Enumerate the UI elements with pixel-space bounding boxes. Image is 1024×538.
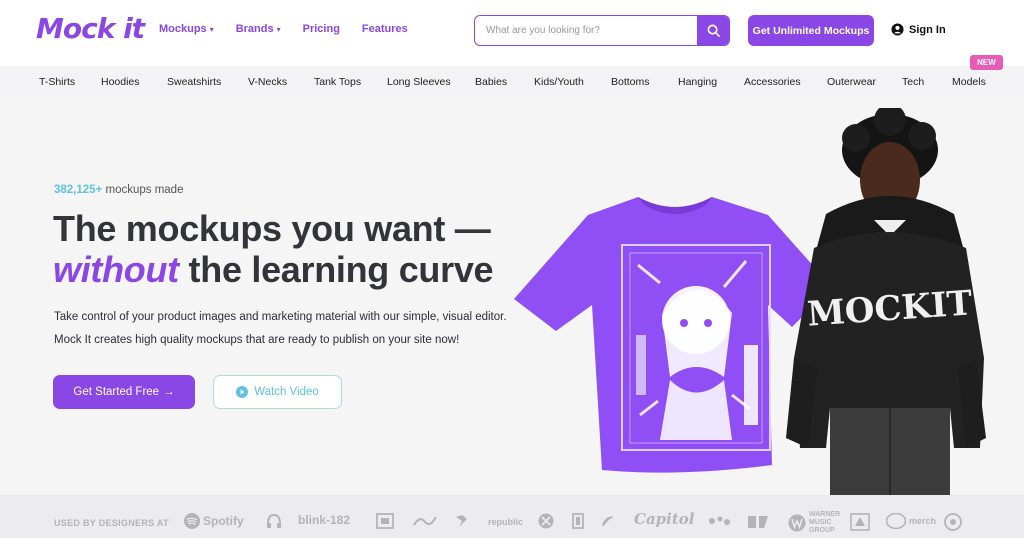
brand-capitol-label: Capitol: [634, 510, 695, 528]
brand-merch-label: merch: [909, 516, 937, 526]
nav-pricing-label: Pricing: [302, 23, 340, 35]
category-outerwear[interactable]: Outerwear: [827, 76, 876, 88]
user-icon: [891, 23, 904, 36]
nav-mockups-label: Mockups: [159, 23, 207, 35]
merch-icon: [886, 513, 906, 529]
category-bottoms[interactable]: Bottoms: [611, 76, 650, 88]
spotify-icon: [184, 513, 200, 529]
headline-accent: without: [53, 249, 179, 290]
category-t-shirts[interactable]: T-Shirts: [39, 76, 75, 88]
stars-logo-icon: [706, 513, 732, 529]
chevron-down-icon: ▾: [209, 24, 214, 34]
mockups-count-number: 382,125+: [54, 184, 103, 196]
category-bar: T-Shirts Hoodies Sweatshirts V-Necks Tan…: [0, 66, 1024, 98]
category-hanging[interactable]: Hanging: [678, 76, 717, 88]
category-accessories[interactable]: Accessories: [744, 76, 801, 88]
new-badge: NEW: [970, 55, 1003, 70]
swoosh-logo-icon: [600, 513, 616, 529]
brand-warner: WARNER MUSIC GROUP: [788, 511, 855, 535]
get-unlimited-button[interactable]: Get Unlimited Mockups: [748, 15, 874, 46]
def-jam-logo-icon: [746, 513, 770, 531]
category-models[interactable]: Models: [952, 76, 986, 88]
get-started-button[interactable]: Get Started Free →: [53, 375, 195, 409]
search-button[interactable]: [697, 16, 729, 45]
warner-icon: [788, 514, 806, 532]
get-started-label: Get Started Free: [73, 386, 160, 398]
headline-line-2: without the learning curve: [53, 249, 494, 290]
logos-bar: USED BY DESIGNERS AT Spotify blink-182 r…: [0, 495, 1024, 538]
sign-in-label: Sign In: [909, 23, 946, 36]
nav-features-label: Features: [361, 23, 408, 35]
column-logo-icon: [572, 513, 584, 529]
headphones-logo-icon: [266, 513, 282, 529]
search-icon: [707, 24, 720, 37]
watch-video-button[interactable]: Watch Video: [213, 375, 342, 409]
nav-features[interactable]: Features: [362, 23, 408, 35]
headline-rest: the learning curve: [178, 249, 494, 290]
brand-merch: merch: [886, 513, 936, 529]
xbox-icon: [538, 513, 554, 529]
logo[interactable]: Mock it: [36, 12, 145, 45]
brand-republic-label: republic: [488, 517, 524, 527]
nav-brands[interactable]: Brands ▾: [236, 23, 281, 35]
category-hoodies[interactable]: Hoodies: [101, 76, 140, 88]
watch-video-label: Watch Video: [254, 386, 319, 398]
brand-blink-182: blink-182: [298, 513, 350, 527]
brand-warner-label: WARNER MUSIC GROUP: [809, 511, 841, 534]
header: Mock it Mockups ▾ Brands ▾ Pricing Featu…: [0, 0, 1024, 64]
play-icon: [236, 386, 249, 398]
script-logo-icon: [412, 513, 438, 529]
category-v-necks[interactable]: V-Necks: [248, 76, 287, 88]
hero-description: Take control of your product images and …: [54, 311, 507, 346]
arrow-right-icon: →: [163, 386, 175, 398]
circle-logo-icon: [944, 513, 962, 531]
chevron-down-icon: ▾: [276, 24, 281, 34]
headline-line-1: The mockups you want —: [53, 208, 491, 249]
used-by-label: USED BY DESIGNERS AT: [54, 518, 169, 528]
brand-capitol: Capitol: [634, 510, 694, 528]
category-babies[interactable]: Babies: [475, 76, 507, 88]
search-box: [474, 15, 730, 46]
mockups-count-suffix: mockups made: [102, 184, 184, 196]
model-hoodie-image: MOCKIT: [786, 108, 986, 495]
main-nav: Mockups ▾ Brands ▾ Pricing Features: [159, 23, 430, 35]
category-tech[interactable]: Tech: [902, 76, 924, 88]
bird-logo-icon: [454, 513, 470, 529]
square-logo-icon: [376, 513, 394, 529]
category-long-sleeves[interactable]: Long Sleeves: [387, 76, 451, 88]
nav-pricing[interactable]: Pricing: [303, 23, 340, 35]
nav-mockups[interactable]: Mockups ▾: [159, 23, 214, 35]
category-kids-youth[interactable]: Kids/Youth: [534, 76, 584, 88]
sign-in-link[interactable]: Sign In: [891, 23, 946, 36]
search-input[interactable]: [475, 16, 697, 45]
category-sweatshirts[interactable]: Sweatshirts: [167, 76, 221, 88]
brand-spotify-label: Spotify: [203, 514, 244, 528]
hero-headline: The mockups you want — without the learn…: [53, 208, 494, 290]
brand-blink-182-label: blink-182: [298, 513, 351, 527]
brand-republic: republic: [488, 517, 523, 527]
mockups-count: 382,125+ mockups made: [54, 184, 183, 196]
brand-spotify: Spotify: [184, 513, 244, 529]
nav-brands-label: Brands: [235, 23, 274, 35]
crest-logo-icon: [850, 513, 870, 531]
category-tank-tops[interactable]: Tank Tops: [314, 76, 361, 88]
